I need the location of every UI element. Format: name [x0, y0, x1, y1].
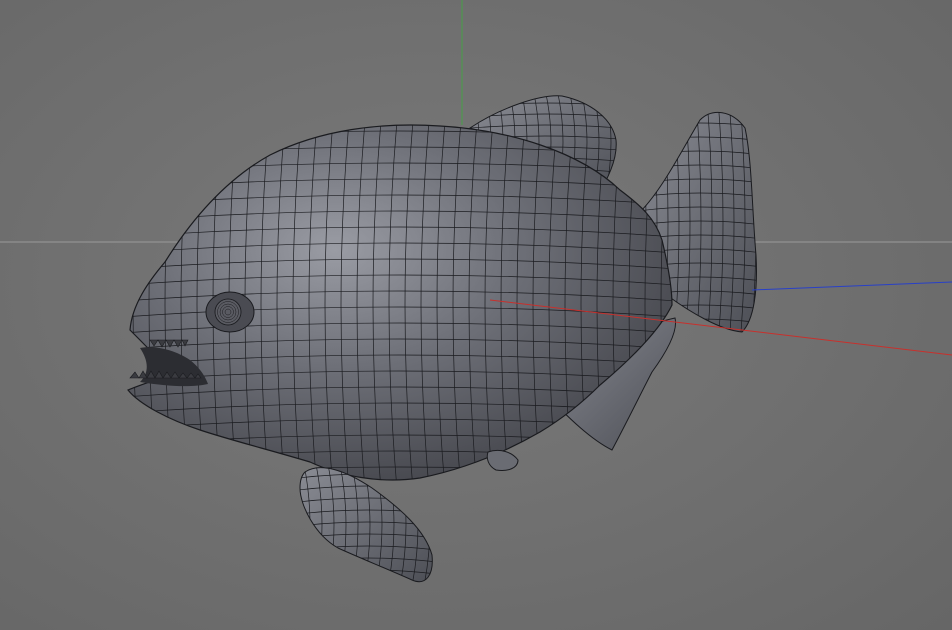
wire-edge — [628, 85, 635, 200]
wire-edge — [640, 112, 757, 115]
wire-edge — [117, 110, 126, 500]
pectoral-fin[interactable] — [299, 467, 433, 582]
wire-edge — [762, 100, 767, 345]
z-axis-line — [751, 281, 952, 291]
3d-viewport[interactable] — [0, 0, 952, 630]
wire-edge — [290, 582, 445, 587]
eye[interactable] — [205, 291, 255, 333]
wire-edge — [470, 95, 617, 97]
wire-edge — [630, 95, 770, 100]
piranha-model[interactable] — [101, 81, 770, 595]
wire-edge — [101, 110, 110, 500]
wire-edge — [110, 99, 690, 110]
wire-edge — [434, 455, 442, 595]
wire-edge — [615, 95, 617, 194]
wire-edge — [460, 81, 630, 85]
ventral-fin[interactable] — [486, 449, 519, 471]
viewport-scene[interactable] — [0, 0, 952, 630]
wire-edge — [110, 483, 690, 494]
wire-edge — [290, 455, 298, 595]
